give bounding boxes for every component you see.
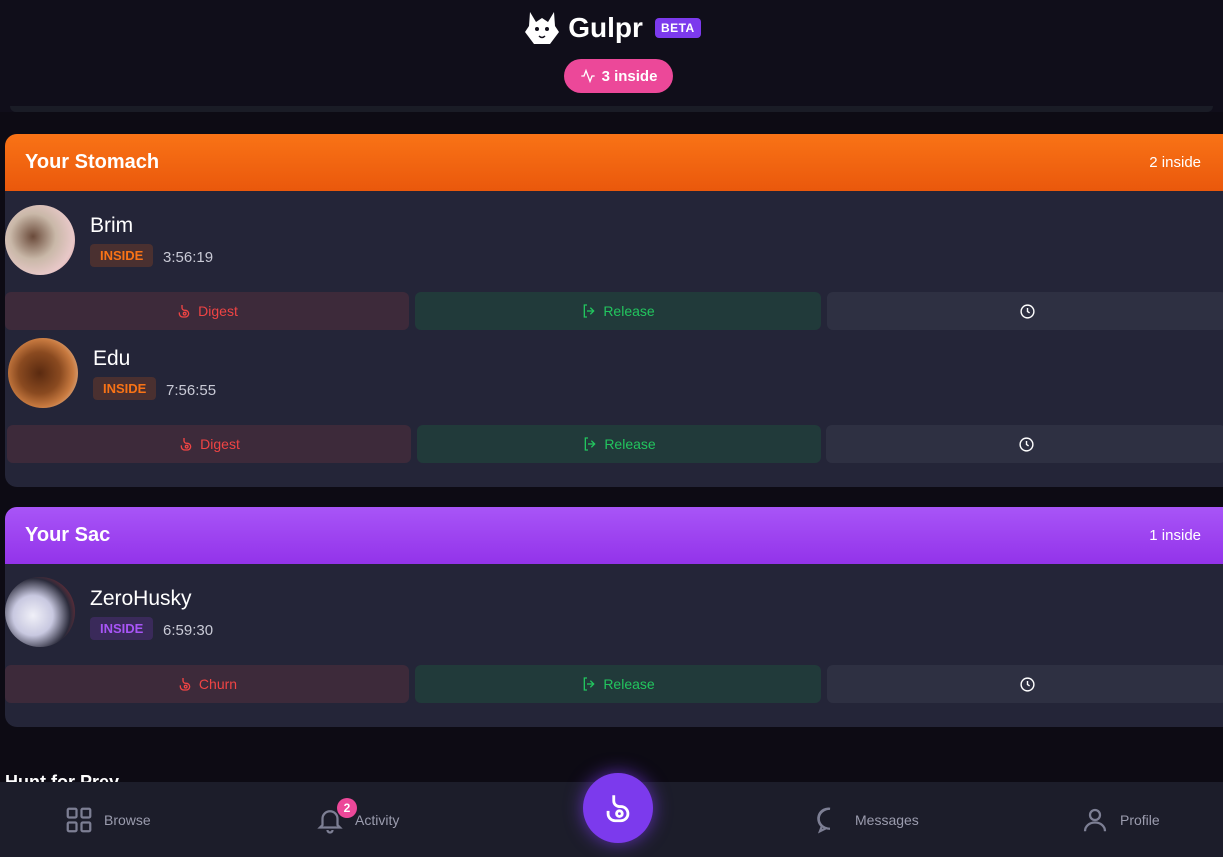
exit-icon: [583, 677, 595, 691]
release-button[interactable]: Release: [417, 425, 821, 463]
timer-button[interactable]: [827, 665, 1223, 703]
avatar[interactable]: [8, 338, 78, 408]
clock-icon: [1018, 436, 1034, 452]
notification-badge: 2: [337, 798, 357, 818]
status-badge: INSIDE: [90, 617, 154, 640]
exit-icon: [584, 437, 596, 451]
inside-count-label: 3 inside: [601, 67, 658, 85]
app-header: Gulpr BETA 3 inside: [0, 0, 1223, 112]
stomach-icon: [179, 678, 191, 691]
prey-name: ZeroHusky: [90, 587, 192, 610]
prey-item: ZeroHusky INSIDE 6:59:30 Churn Release: [5, 564, 1223, 714]
prey-name: Edu: [93, 347, 131, 370]
timer-button[interactable]: [827, 292, 1223, 330]
header-divider: [10, 106, 1213, 112]
stomach-fab-button[interactable]: [583, 773, 653, 843]
status-badge: INSIDE: [90, 244, 154, 267]
section-count: 2 inside: [1149, 154, 1201, 171]
brand[interactable]: Gulpr BETA: [0, 8, 1223, 48]
avatar[interactable]: [5, 577, 75, 647]
user-icon: [1083, 808, 1107, 831]
nav-browse[interactable]: Browse: [64, 782, 151, 857]
release-button[interactable]: Release: [415, 665, 821, 703]
stomach-icon: [180, 438, 192, 451]
clock-icon: [1019, 303, 1035, 319]
brand-name: Gulpr: [568, 12, 643, 43]
release-label: Release: [603, 676, 655, 692]
churn-label: Churn: [198, 676, 238, 692]
clock-icon: [1019, 676, 1035, 692]
release-button[interactable]: Release: [415, 292, 821, 330]
digest-button[interactable]: Digest: [7, 425, 411, 463]
grid-icon: [66, 807, 92, 832]
exit-icon: [583, 304, 595, 318]
status-badge: INSIDE: [93, 377, 157, 400]
stomach-icon: [606, 795, 630, 823]
nav-profile[interactable]: Profile: [1080, 782, 1160, 857]
timer: 6:59:30: [163, 622, 214, 639]
timer: 7:56:55: [166, 382, 217, 399]
nav-profile-label: Profile: [1120, 811, 1160, 828]
stomach-header: Your Stomach 2 inside: [5, 134, 1223, 191]
sac-section: Your Sac 1 inside ZeroHusky INSIDE 6:59:…: [5, 507, 1223, 727]
section-count: 1 inside: [1149, 527, 1201, 544]
churn-button[interactable]: Churn: [5, 665, 409, 703]
stomach-section: Your Stomach 2 inside Brim INSIDE 3:56:1…: [5, 134, 1223, 487]
release-label: Release: [604, 436, 656, 452]
section-title: Your Stomach: [25, 151, 160, 173]
wolf-logo-icon: [525, 12, 560, 44]
digest-label: Digest: [200, 436, 240, 452]
nav-activity[interactable]: Activity 2: [315, 782, 399, 857]
nav-activity-label: Activity: [355, 811, 400, 828]
prey-name: Brim: [90, 214, 134, 237]
prey-item: Brim INSIDE 3:56:19 Digest Release: [5, 191, 1223, 331]
nav-messages-label: Messages: [855, 811, 919, 828]
timer-button[interactable]: [826, 425, 1223, 463]
sac-header: Your Sac 1 inside: [5, 507, 1223, 564]
digest-label: Digest: [198, 303, 238, 319]
nav-messages[interactable]: Messages: [815, 782, 919, 857]
inside-count-pill[interactable]: 3 inside: [564, 59, 673, 93]
avatar[interactable]: [5, 205, 75, 275]
beta-badge: BETA: [654, 18, 701, 38]
release-label: Release: [603, 303, 655, 319]
section-title: Your Sac: [25, 524, 111, 546]
timer: 3:56:19: [163, 249, 214, 266]
activity-pulse-icon: [580, 68, 595, 84]
digest-button[interactable]: Digest: [5, 292, 409, 330]
prey-item: Edu INSIDE 7:56:55 Digest Release: [5, 331, 1223, 471]
nav-browse-label: Browse: [104, 811, 151, 828]
chat-bubble-icon: [817, 807, 831, 834]
stomach-icon: [178, 305, 190, 318]
